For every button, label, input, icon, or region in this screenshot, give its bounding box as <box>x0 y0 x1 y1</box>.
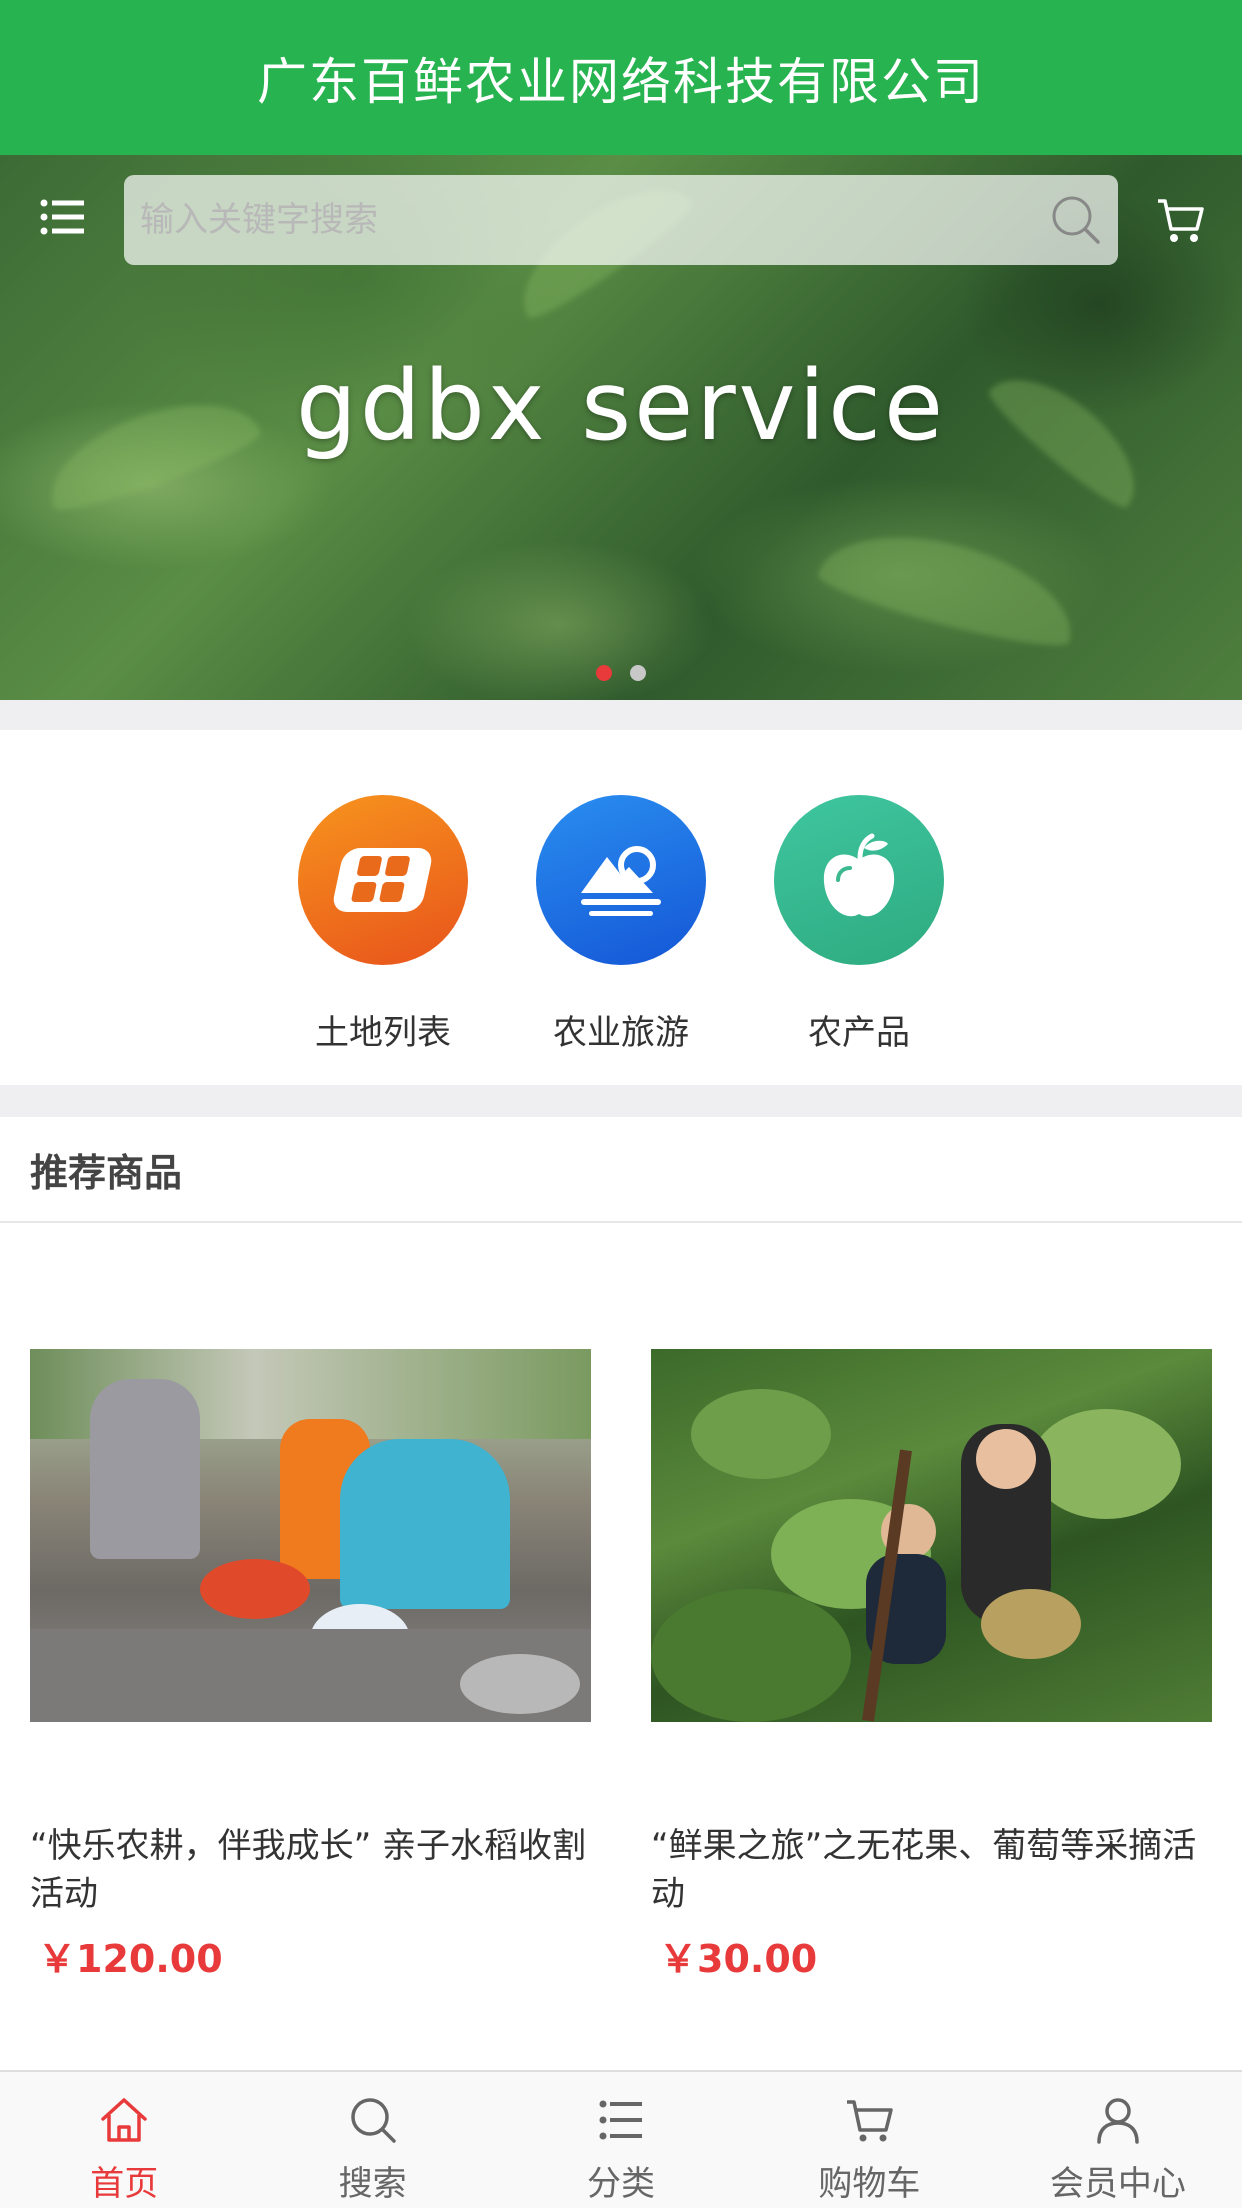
carousel-indicator <box>0 665 1242 681</box>
banner-carousel[interactable]: gdbx service <box>0 155 1242 700</box>
landscape-icon <box>536 795 706 965</box>
tab-label: 购物车 <box>818 2164 921 2204</box>
section-header: 推荐商品 <box>0 1117 1242 1223</box>
recommended-section: 推荐商品 “快乐农耕，伴我成长” 亲子水稻收割活动 ￥120.00 “鲜果之旅”… <box>0 1117 1242 2070</box>
tab-cart[interactable]: 购物车 <box>745 2072 993 2208</box>
section-title: 推荐商品 <box>30 1150 183 1195</box>
carousel-dot-active[interactable] <box>596 665 612 681</box>
search-icon <box>350 2098 396 2143</box>
product-title[interactable]: “鲜果之旅”之无花果、葡萄等采摘活动 <box>651 1822 1212 1918</box>
product-card[interactable]: “鲜果之旅”之无花果、葡萄等采摘活动 ￥30.00 <box>651 1349 1212 1983</box>
tab-category[interactable]: 分类 <box>497 2072 745 2208</box>
product-image[interactable] <box>651 1349 1212 1722</box>
category-label: 土地列表 <box>315 1013 451 1053</box>
search-icon[interactable] <box>1050 194 1102 246</box>
product-price: ￥120.00 <box>38 1937 223 1981</box>
category-nav: 土地列表 农业旅游 农产品 <box>0 730 1242 1085</box>
category-agri-tourism[interactable]: 农业旅游 <box>536 795 706 1085</box>
product-title[interactable]: “快乐农耕，伴我成长” 亲子水稻收割活动 <box>30 1822 591 1918</box>
tab-search[interactable]: 搜索 <box>248 2072 496 2208</box>
menu-button[interactable] <box>40 197 86 237</box>
product-price: ￥30.00 <box>659 1937 818 1981</box>
cart-icon[interactable] <box>1155 195 1205 245</box>
bottom-tab-bar: 首页 搜索 分类 购物车 会员中心 <box>0 2070 1242 2208</box>
category-label: 农业旅游 <box>553 1013 689 1053</box>
tab-label: 会员中心 <box>1049 2164 1186 2204</box>
category-label: 农产品 <box>808 1013 910 1053</box>
tab-label: 首页 <box>90 2164 159 2204</box>
tab-home[interactable]: 首页 <box>0 2072 248 2208</box>
home-icon <box>101 2098 147 2142</box>
page-title: 广东百鲜农业网络科技有限公司 <box>257 52 985 111</box>
land-grid-icon <box>298 795 468 965</box>
app-title-bar: 广东百鲜农业网络科技有限公司 <box>0 0 1242 155</box>
product-card[interactable]: “快乐农耕，伴我成长” 亲子水稻收割活动 ￥120.00 <box>30 1349 591 1983</box>
product-image[interactable] <box>30 1349 591 1722</box>
user-icon <box>1097 2098 1139 2144</box>
banner-text: gdbx service <box>295 350 946 462</box>
search-bar[interactable] <box>124 175 1118 265</box>
banner-leaf-decoration <box>814 512 1086 658</box>
product-list: “快乐农耕，伴我成长” 亲子水稻收割活动 ￥120.00 “鲜果之旅”之无花果、… <box>30 1349 1212 1983</box>
category-farm-products[interactable]: 农产品 <box>774 795 944 1085</box>
category-land-list[interactable]: 土地列表 <box>298 795 468 1085</box>
carousel-dot[interactable] <box>630 665 646 681</box>
tab-label: 分类 <box>587 2164 656 2204</box>
apple-icon <box>774 795 944 965</box>
cart-icon <box>847 2100 894 2142</box>
tab-member-center[interactable]: 会员中心 <box>994 2072 1242 2208</box>
search-input[interactable] <box>140 200 1050 240</box>
list-menu-icon <box>40 199 84 235</box>
list-icon <box>599 2100 643 2140</box>
tab-label: 搜索 <box>338 2164 407 2204</box>
